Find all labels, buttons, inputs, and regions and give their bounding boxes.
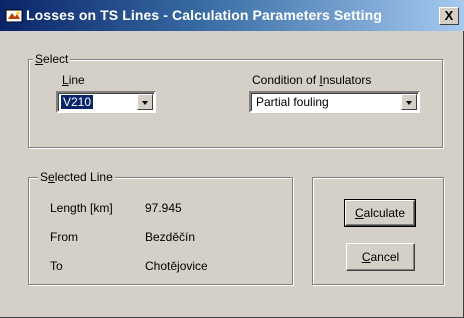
to-label: To [50,259,63,273]
window-title: Losses on TS Lines - Calculation Paramet… [26,7,382,23]
insulators-dropdown-button[interactable] [401,94,417,110]
selected-line-group-title: Selected Line [38,170,115,184]
line-combobox-value: V210 [61,95,94,109]
calculate-button-label: Calculate [354,206,406,220]
title-bar[interactable]: Losses on TS Lines - Calculation Paramet… [0,0,464,31]
to-value: Chotějovice [145,259,208,273]
length-value: 97.945 [145,201,182,215]
app-icon [5,9,23,23]
chevron-down-icon [406,101,412,105]
dialog-window: Losses on TS Lines - Calculation Paramet… [0,0,464,318]
close-icon: X [444,8,454,23]
chevron-down-icon [142,101,148,105]
insulators-combobox[interactable]: Partial fouling [249,91,420,113]
line-dropdown-button[interactable] [137,94,153,110]
from-value: Bezděčín [145,230,196,244]
cancel-button[interactable]: Cancel [346,243,415,271]
line-combobox[interactable]: V210 [56,91,156,113]
line-label: Line [62,73,85,87]
cancel-button-label: Cancel [361,250,400,264]
select-group-title: Select [33,52,71,66]
close-button[interactable]: X [439,7,459,25]
length-label: Length [km] [50,201,113,215]
insulators-label: Condition of Insulators [252,73,372,87]
from-label: From [50,230,78,244]
insulators-combobox-value: Partial fouling [256,95,329,109]
calculate-button[interactable]: Calculate [344,199,416,227]
